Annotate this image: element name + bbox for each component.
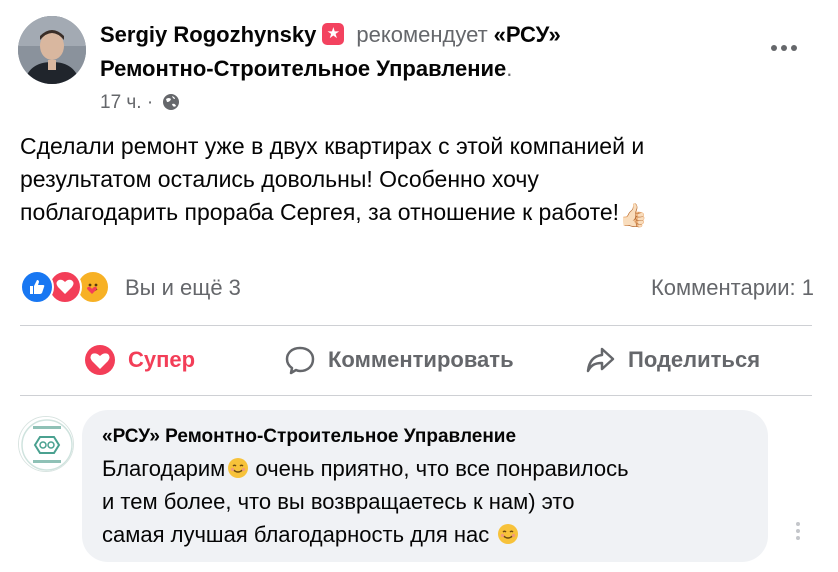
post-time[interactable]: 17 ч. xyxy=(100,92,142,113)
more-options-icon[interactable] xyxy=(768,38,800,58)
author-name[interactable]: Sergiy Rogozhynsky xyxy=(100,22,316,47)
author-avatar[interactable] xyxy=(18,16,86,84)
post-text-line-2: результатом остались довольны! Особенно … xyxy=(20,166,539,192)
globe-icon[interactable] xyxy=(162,93,180,111)
comment-line-3-wrap: самая лучшая благодарность для нас xyxy=(102,518,762,551)
comment-line-2: и тем более, что вы возвращаетесь к нам)… xyxy=(102,489,575,514)
company-logo-icon xyxy=(19,417,73,471)
divider-bottom xyxy=(20,395,812,396)
post-header: Sergiy Rogozhynsky ★ рекомендует «РСУ» xyxy=(100,20,561,50)
smiling-face-emoji-icon xyxy=(228,458,249,478)
share-button[interactable]: Поделиться xyxy=(584,342,760,378)
comments-count[interactable]: Комментарии: 1 xyxy=(651,274,814,302)
comment-line-3: самая лучшая благодарность для нас xyxy=(102,522,490,547)
comment-author[interactable]: «РСУ» Ремонтно-Строительное Управление xyxy=(102,424,516,450)
share-icon xyxy=(586,347,615,373)
meta-separator: · xyxy=(146,92,154,113)
commenter-avatar[interactable] xyxy=(18,416,74,472)
post-text-line-3-wrap: поблагодарить прораба Сергея, за отношен… xyxy=(20,196,820,232)
comment-options-icon[interactable] xyxy=(792,520,804,542)
page-name-full-text[interactable]: Ремонтно-Строительное Управление xyxy=(100,56,506,81)
comment-text: Благодарим очень приятно, что все понрав… xyxy=(102,452,762,551)
star-recommend-icon: ★ xyxy=(322,23,345,45)
super-button[interactable]: Супер xyxy=(84,342,195,378)
share-label: Поделиться xyxy=(628,347,761,372)
comment-icon xyxy=(285,346,315,375)
post-text: Сделали ремонт уже в двух квартирах с эт… xyxy=(20,130,820,232)
love-reaction-icon xyxy=(85,345,115,375)
page-name-full[interactable]: Ремонтно-Строительное Управление. xyxy=(100,54,512,84)
thumbs-up-emoji: 👍🏻 xyxy=(619,202,648,228)
avatar-photo xyxy=(18,16,86,84)
post-text-line-1: Сделали ремонт уже в двух квартирах с эт… xyxy=(20,133,645,159)
reactions-count[interactable]: Вы и ещё 3 xyxy=(125,274,241,302)
comment-button[interactable]: Комментировать xyxy=(284,342,514,378)
post-meta: 17 ч. · xyxy=(100,90,180,116)
divider-top xyxy=(20,325,812,326)
period: . xyxy=(506,56,513,81)
comment-line-1b: очень приятно, что все понравилось xyxy=(255,456,629,481)
recommend-verb: рекомендует xyxy=(356,22,488,47)
like-icon xyxy=(20,270,54,304)
comment-line-1: Благодарим xyxy=(102,456,226,481)
comment-label: Комментировать xyxy=(328,347,514,372)
page-name-short[interactable]: «РСУ» xyxy=(494,22,561,47)
post-text-line-3: поблагодарить прораба Сергея, за отношен… xyxy=(20,199,620,225)
smiling-face-emoji-icon xyxy=(498,524,519,544)
comment-line-1-wrap: Благодарим очень приятно, что все понрав… xyxy=(102,452,762,485)
super-label: Супер xyxy=(128,347,196,372)
